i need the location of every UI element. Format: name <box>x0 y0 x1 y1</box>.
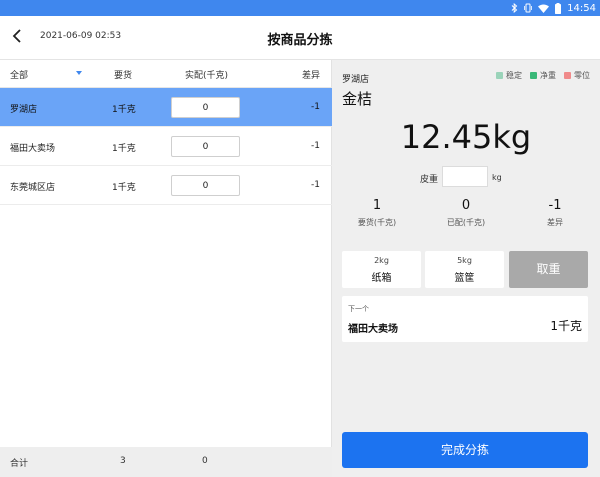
tare-label: 皮重 <box>420 175 439 185</box>
actual-qty-input[interactable] <box>171 97 240 118</box>
table-header: 全部 要货 实配(千克) 差异 <box>0 60 332 88</box>
row-required: 1千克 <box>112 144 136 154</box>
status-time: 14:54 <box>567 2 596 14</box>
current-store: 罗湖店 <box>342 75 370 85</box>
status-bar: 14:54 <box>0 0 600 16</box>
weight-readout: 12.45kg <box>400 118 532 156</box>
back-button[interactable] <box>6 26 28 48</box>
battery-icon <box>555 2 562 14</box>
tare-input[interactable] <box>442 166 488 187</box>
row-diff: -1 <box>311 141 320 151</box>
next-label: 下一个 <box>348 305 369 313</box>
bluetooth-icon <box>511 3 518 13</box>
finish-sorting-button[interactable]: 完成分拣 <box>342 432 588 468</box>
total-label: 合计 <box>10 459 29 469</box>
weighing-panel: 罗湖店 金桔 稳定 净重 零位 12.45kg 皮重 kg 1 要货(千克) 0… <box>332 60 600 477</box>
tare-carton-button[interactable]: 2kg 纸箱 <box>342 251 421 288</box>
column-actual: 实配(千克) <box>185 71 229 81</box>
actual-qty-input[interactable] <box>171 136 240 157</box>
sorting-stats: 1 要货(千克) 0 已配(千克) -1 差异 <box>332 198 600 234</box>
vibrate-icon <box>524 3 533 13</box>
wifi-icon <box>538 4 550 13</box>
next-qty: 1千克 <box>550 319 582 333</box>
column-required: 要货 <box>114 71 133 81</box>
net-indicator-icon <box>530 72 537 79</box>
column-diff: 差异 <box>302 71 321 81</box>
product-name: 金桔 <box>342 90 373 108</box>
scale-status-legend: 稳定 净重 零位 <box>496 70 590 81</box>
row-diff: -1 <box>311 102 320 112</box>
total-actual: 0 <box>202 456 208 466</box>
legend-stable: 稳定 <box>496 70 522 81</box>
table-row[interactable]: 罗湖店 1千克 -1 <box>0 88 332 127</box>
sort-datetime: 2021-06-09 02:53 <box>40 31 122 41</box>
next-store: 福田大卖场 <box>348 324 398 335</box>
stable-indicator-icon <box>496 72 503 79</box>
row-diff: -1 <box>311 180 320 190</box>
store-filter-dropdown[interactable]: 全部 <box>10 68 28 81</box>
row-store: 罗湖店 <box>10 105 38 115</box>
stat-allocated: 0 已配(千克) <box>446 198 486 227</box>
table-row[interactable]: 东莞城区店 1千克 -1 <box>0 166 332 205</box>
row-required: 1千克 <box>112 183 136 193</box>
row-store: 福田大卖场 <box>10 144 56 154</box>
tare-basket-button[interactable]: 5kg 篮筐 <box>425 251 504 288</box>
stat-required: 1 要货(千克) <box>357 198 397 227</box>
row-required: 1千克 <box>112 105 136 115</box>
status-icons: 14:54 <box>511 1 596 15</box>
legend-zero: 零位 <box>564 70 590 81</box>
legend-net: 净重 <box>530 70 556 81</box>
store-list-panel: 全部 要货 实配(千克) 差异 罗湖店 1千克 -1 福田大卖场 1千克 -1 … <box>0 60 332 477</box>
chevron-left-icon <box>12 28 22 47</box>
table-row[interactable]: 福田大卖场 1千克 -1 <box>0 127 332 166</box>
top-app-bar: 2021-06-09 02:53 按商品分拣 <box>0 16 600 60</box>
stat-diff: -1 差异 <box>547 198 563 227</box>
next-store-card[interactable]: 下一个 福田大卖场 1千克 <box>342 296 588 342</box>
total-required: 3 <box>120 456 126 466</box>
caret-down-icon[interactable] <box>76 71 82 75</box>
tare-unit: kg <box>492 173 502 182</box>
zero-indicator-icon <box>564 72 571 79</box>
actual-qty-input[interactable] <box>171 175 240 196</box>
row-store: 东莞城区店 <box>10 183 56 193</box>
table-footer: 合计 3 0 <box>0 447 332 477</box>
get-weight-button[interactable]: 取重 <box>509 251 588 288</box>
